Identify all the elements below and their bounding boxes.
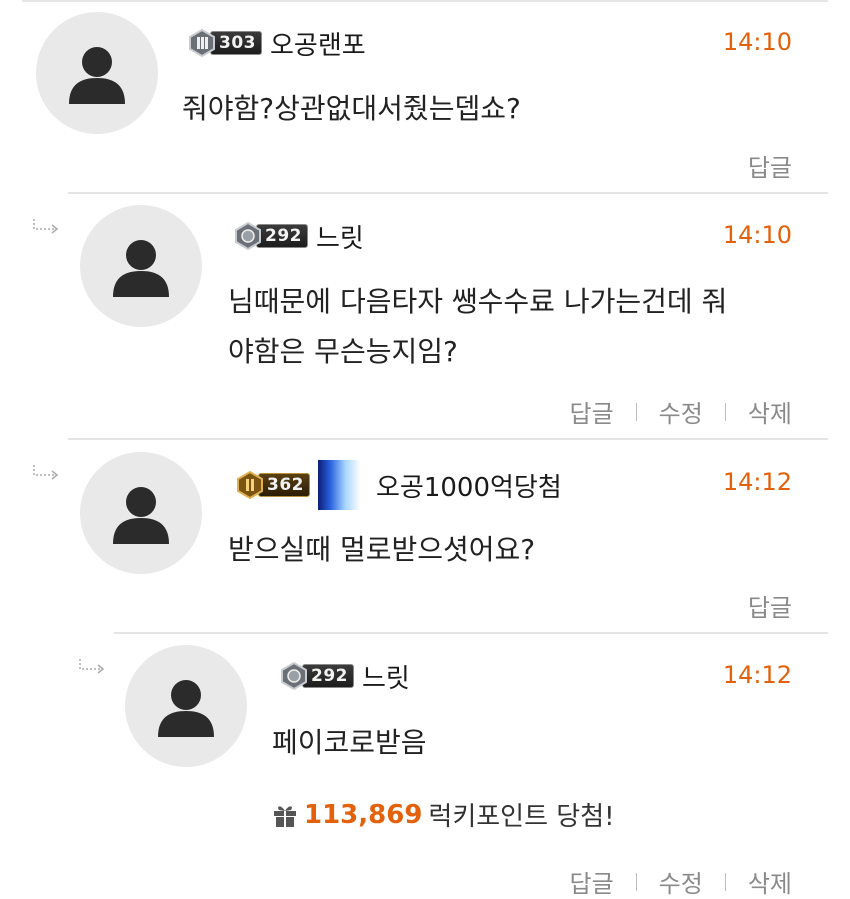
nickname[interactable]: 느릿	[362, 658, 410, 695]
edit-button[interactable]: 수정	[659, 394, 703, 429]
level-badge: 303	[188, 29, 262, 57]
level-badge: 292	[280, 662, 354, 690]
reply-button[interactable]: 답글	[569, 394, 613, 429]
comment-text: 님때문에 다음타자 쌩수수료 나가는건데 줘 야함은 무슨능지임?	[228, 277, 727, 377]
comment-actions: 답글 수정 삭제	[569, 394, 792, 429]
reply-button[interactable]: 답글	[748, 588, 792, 623]
delete-button[interactable]: 삭제	[748, 864, 792, 899]
lucky-points-amount: 113,869	[304, 799, 423, 830]
level-badge: 292	[234, 222, 308, 250]
reply-arrow-icon	[32, 218, 60, 234]
avatar[interactable]	[36, 12, 158, 134]
rank-emblem-icon	[234, 222, 262, 250]
reply-button[interactable]: 답글	[748, 148, 792, 183]
comment-meta: 362 오공1000억당첨	[236, 460, 562, 510]
reply-arrow-icon	[78, 658, 106, 674]
action-divider	[724, 402, 726, 421]
comment-text: 줘야함?상관없대서줬는뎁쇼?	[182, 92, 521, 125]
avatar[interactable]	[80, 205, 202, 327]
comment-divider	[68, 438, 828, 440]
nickname[interactable]: 오공1000억당첨	[376, 467, 562, 504]
comment-text-line: 님때문에 다음타자 쌩수수료 나가는건데 줘	[228, 285, 728, 318]
lucky-points-label: 럭키포인트 당첨!	[428, 802, 615, 832]
level-number: 292	[256, 224, 308, 248]
action-divider	[724, 872, 726, 891]
comment-actions: 답글 수정 삭제	[569, 864, 792, 899]
comment-text-line: 야함은 무슨능지임?	[228, 335, 458, 368]
rank-emblem-icon	[188, 29, 216, 57]
comment-actions: 답글	[748, 588, 792, 623]
level-number: 362	[258, 473, 310, 497]
comment-divider	[68, 192, 828, 194]
action-divider	[635, 872, 637, 891]
comment-text: 페이코로받음	[272, 726, 427, 759]
top-divider	[22, 0, 828, 2]
user-flair-image	[318, 460, 368, 510]
comment-meta: 303 오공랜포	[188, 25, 366, 61]
level-number: 292	[302, 664, 354, 688]
person-silhouette-icon	[158, 680, 214, 737]
person-silhouette-icon	[113, 487, 169, 544]
reply-arrow-icon	[32, 464, 60, 480]
edit-button[interactable]: 수정	[659, 864, 703, 899]
comment-text: 받으실때 멀로받으셧어요?	[228, 533, 536, 566]
lucky-points-notice: 113,869 럭키포인트 당첨!	[272, 796, 615, 833]
person-silhouette-icon	[69, 47, 125, 104]
delete-button[interactable]: 삭제	[748, 394, 792, 429]
action-divider	[635, 402, 637, 421]
nickname[interactable]: 오공랜포	[270, 25, 366, 62]
avatar[interactable]	[80, 452, 202, 574]
timestamp: 14:10	[722, 221, 792, 249]
avatar[interactable]	[125, 645, 247, 767]
gift-icon	[274, 805, 296, 827]
level-number: 303	[210, 31, 262, 55]
timestamp: 14:10	[722, 28, 792, 56]
timestamp: 14:12	[722, 468, 792, 496]
comment-divider	[114, 632, 828, 634]
rank-emblem-icon	[236, 471, 264, 499]
comment-meta: 292 느릿	[280, 658, 410, 694]
reply-button[interactable]: 답글	[569, 864, 613, 899]
person-silhouette-icon	[113, 240, 169, 297]
nickname[interactable]: 느릿	[316, 218, 364, 255]
comment-meta: 292 느릿	[234, 218, 364, 254]
rank-emblem-icon	[280, 662, 308, 690]
level-badge: 362	[236, 471, 310, 499]
comment-actions: 답글	[748, 148, 792, 183]
timestamp: 14:12	[722, 661, 792, 689]
